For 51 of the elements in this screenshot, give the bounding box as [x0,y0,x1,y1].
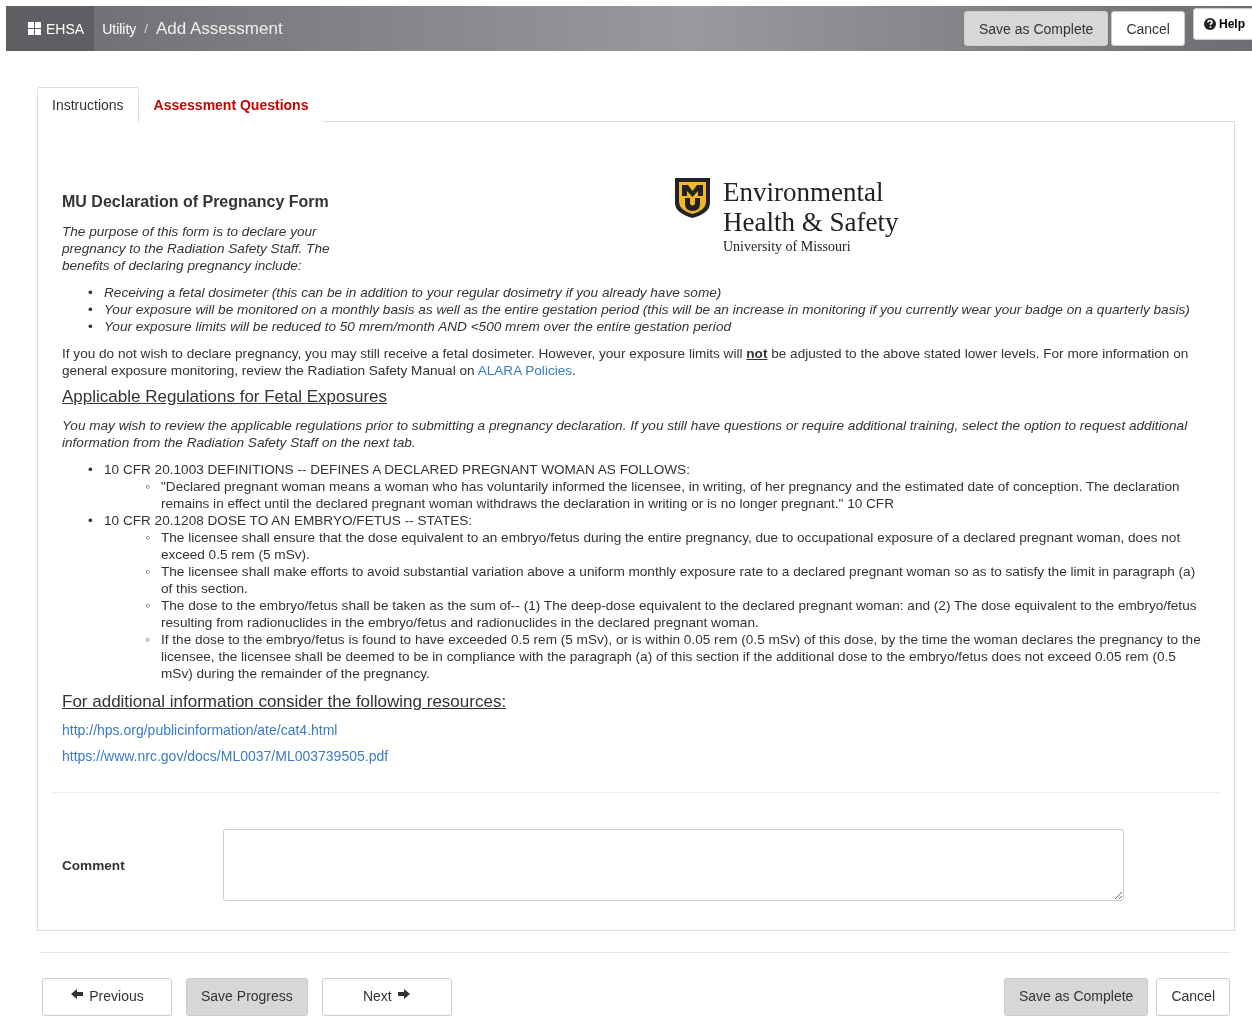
regulation-clause: The licensee shall ensure that the dose equivalent to an embryo/fetus during the entire pregnancy, due to occupational exposure of a declared pregnant woman, does not exceed 0.5 rem (5 mSv). [161,529,1182,563]
regulation-clause: The licensee shall make efforts to avoid substantial variation above a uniform monthly exposure rate to a declared pregnant woman so as to satisfy the limit in paragraph (a) of this section. [161,563,1197,597]
intro-text: The purpose of this form is to declare your pregnancy to the Radiation Safety Staff. The benefits of declaring pregnancy include: [62,223,331,274]
bullet: ◦ [145,529,151,547]
benefit-item: Receiving a fetal dosimeter (this can be in addition to your regular dosimetry if you already have some) [104,284,723,301]
regulations-intro: You may wish to review the applicable regulations prior to submitting a pregnancy declaration. If you still have questions or require additional training, select the option to request additional information from the Radiation Safety Staff on the next tab. [62,417,1189,451]
grid-icon [28,22,41,35]
tab[interactable]: Instructions [37,87,139,122]
logo-subtitle: University of Missouri [723,239,852,255]
resource-link[interactable]: http://hps.org/publicinformation/ate/cat4.html [62,722,1210,738]
save-button[interactable]: Save Progress [186,978,308,1016]
next-button[interactable]: Next [321,978,452,1016]
bullet: ◦ [145,478,151,496]
benefit-item: Your exposure will be monitored on a monthly basis as well as the entire gestation period (this will be an increase in monitoring if you currently wear your badge on a quarterly basis) [104,301,1191,318]
left-arrow-icon [70,988,85,1000]
benefit-item: Your exposure limits will be reduced to 50 mrem/month AND <500 mrem over the entire gestation period [104,318,733,335]
regulation-clause: "Declared pregnant woman means a woman who has voluntarily informed the licensee, in writing, of her pregnancy and the estimated date of conception. The declaration remains in effect until the declared pregnant woman withdraws the declaration in writing or is no longer pregnant." 10 CFR [161,478,1181,512]
comment-label: Comment [62,857,126,873]
logo-text: Health & Safety [723,207,899,237]
comment-field[interactable] [223,829,1124,901]
cancel-button[interactable]: Cancel [1156,978,1230,1016]
bullet: • [88,318,94,335]
bullet: • [88,301,94,318]
save-button[interactable]: Save as Complete [1004,978,1149,1016]
bullet: • [88,512,94,530]
help-icon [1204,18,1216,30]
right-arrow-icon [396,988,411,1000]
bullet: ◦ [145,597,151,615]
section-heading: Applicable Regulations for Fetal Exposures [62,387,389,407]
bullet: ◦ [145,631,151,649]
section-heading: For additional information consider the following resources: [62,692,508,712]
logo-text: Environmental [723,177,885,207]
breadcrumb-link[interactable]: Utility [102,20,137,37]
cancel-button[interactable]: Cancel [1111,11,1185,46]
save-button[interactable]: Save as Complete [964,11,1109,46]
previous-button[interactable]: Previous [42,978,172,1016]
resource-link[interactable]: https://www.nrc.gov/docs/ML0037/ML003739505.pdf [62,748,1210,764]
form-title: MU Declaration of Pregnancy Form [62,193,330,211]
bullet: • [88,284,94,301]
help-button[interactable]: Help [1193,8,1252,40]
regulation-item: 10 CFR 20.1003 DEFINITIONS -- DEFINES A DECLARED PREGNANT WOMAN AS FOLLOWS: [104,462,690,477]
bullet: ◦ [145,563,151,581]
shield-logo-icon [674,177,711,219]
app-name[interactable]: EHSA [6,6,95,51]
regulation-clause: If the dose to the embryo/fetus is found to have exceeded 0.5 rem (5 mSv), or is within 0.05 rem (0.5 mSv) of this dose, by the time the woman declares the pregnancy to the licensee, the licensee shall be deemed to be in compliance with the paragraph (a) of this section if the additional dose to the embryo/fetus does not exceed 0.05 rem (0.5 mSv) during the remainder of the pregnancy. [161,631,1202,682]
page-title: Add Assessment [156,18,284,39]
regulation-item: 10 CFR 20.1208 DOSE TO AN EMBRYO/FETUS -- STATES: [104,513,473,528]
bullet: • [88,461,94,479]
breadcrumb-separator: / [144,21,148,36]
regulation-clause: The dose to the embryo/fetus shall be taken as the sum of-- (1) The deep-dose equivalent to the declared pregnant woman: and (2) The dose equivalent to the embryo/fetus resulting from radionuclides in the embryo/fetus and radionuclides in the declared pregnant woman. [161,597,1198,631]
notice-text: If you do not wish to declare pregnancy, you may still receive a fetal dosimeter. However, your exposure limits will not be adjusted to the above stated lower levels. For more information on general exposure monitoring, review the Radiation Safety Manual on ALARA Policies. [62,345,1190,379]
